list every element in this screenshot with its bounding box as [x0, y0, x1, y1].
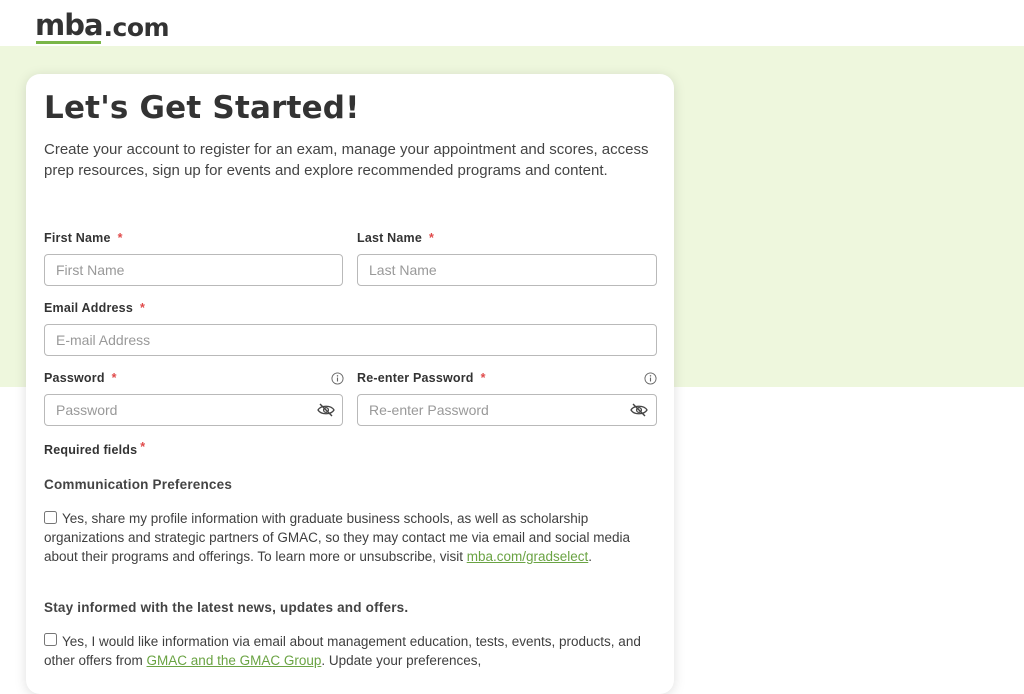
required-asterisk: *	[117, 231, 123, 245]
password-info-icon[interactable]	[331, 372, 344, 385]
last-name-input[interactable]	[357, 254, 657, 286]
mba-logo[interactable]: mba .com	[35, 6, 170, 44]
required-asterisk: *	[429, 231, 435, 245]
email-label: Email Address *	[44, 301, 146, 315]
password-eye-slash-icon[interactable]	[317, 403, 335, 417]
email-input[interactable]	[44, 324, 657, 356]
top-header: mba .com	[0, 0, 1024, 46]
logo-underline	[36, 41, 101, 44]
logo-dotcom-text: .com	[103, 13, 170, 42]
required-fields-note: Required fields *	[44, 440, 146, 457]
news-consent-text: Yes, I would like information via email …	[44, 634, 641, 668]
required-asterisk: *	[111, 371, 117, 385]
reenter-password-input[interactable]	[357, 394, 657, 426]
page-title: Let's Get Started!	[44, 90, 360, 126]
required-asterisk: *	[139, 301, 146, 315]
required-asterisk: *	[480, 371, 486, 385]
last-name-label: Last Name *	[357, 231, 435, 245]
stay-informed-heading: Stay informed with the latest news, upda…	[44, 600, 409, 615]
reenter-password-info-icon[interactable]	[644, 372, 657, 385]
intro-text: Create your account to register for an e…	[44, 141, 649, 179]
communication-preferences-heading: Communication Preferences	[44, 477, 233, 492]
first-name-label: First Name *	[44, 231, 123, 245]
reenter-password-eye-slash-icon[interactable]	[630, 403, 648, 417]
logo-mba-text: mba	[35, 8, 104, 44]
first-name-input[interactable]	[44, 254, 343, 286]
gradselect-consent-text: Yes, share my profile information with g…	[44, 511, 631, 564]
gmac-group-link[interactable]: GMAC and the GMAC Group	[147, 653, 322, 668]
gradselect-link[interactable]: mba.com/gradselect	[467, 549, 589, 564]
password-input[interactable]	[44, 394, 343, 426]
password-label: Password *	[44, 371, 117, 385]
reenter-password-label: Re-enter Password *	[357, 371, 486, 385]
required-asterisk: *	[140, 440, 146, 454]
